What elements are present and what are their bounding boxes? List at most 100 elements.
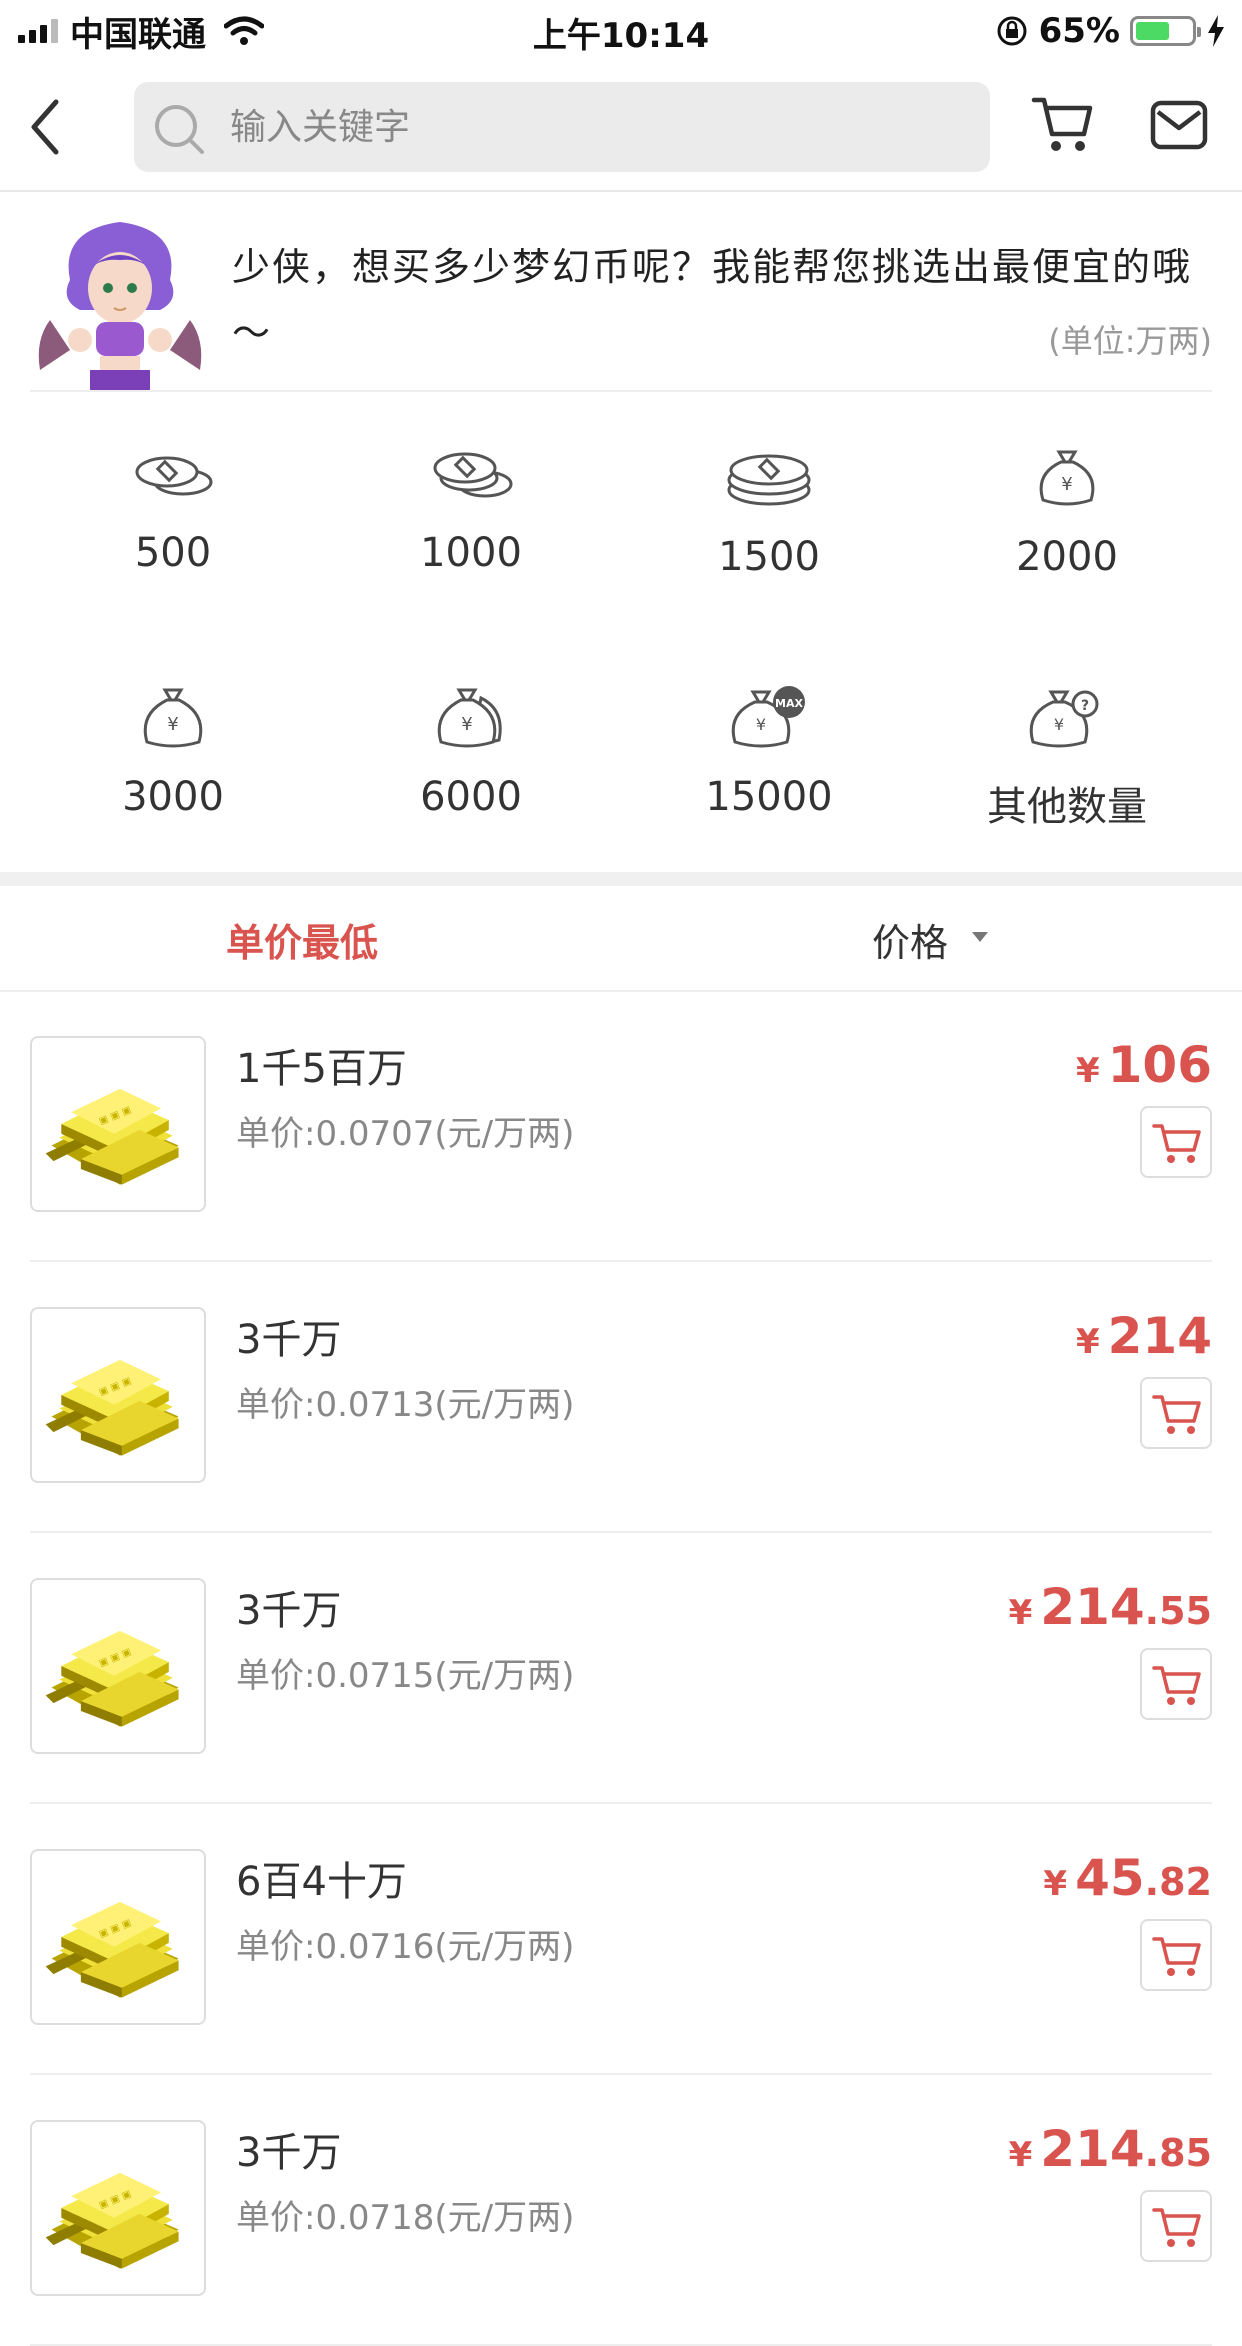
listing-thumbnail: ▣ ▣ ▣ bbox=[30, 1849, 206, 2025]
price-integer: 214 bbox=[1040, 1578, 1145, 1636]
add-to-cart-button[interactable] bbox=[1140, 1377, 1212, 1449]
amount-label: 3000 bbox=[122, 774, 224, 820]
svg-text:¥: ¥ bbox=[756, 715, 766, 734]
battery-percent: 65% bbox=[1038, 11, 1120, 51]
cart-icon[interactable] bbox=[1030, 92, 1094, 156]
add-to-cart-button[interactable] bbox=[1140, 1919, 1212, 1991]
listing-quantity: 1千5百万 bbox=[236, 1046, 407, 1092]
money-bag-icon: ¥ bbox=[1039, 450, 1095, 506]
battery-icon bbox=[1130, 16, 1201, 46]
coins-icon bbox=[135, 456, 213, 496]
sort-bar: 单价最低 价格 bbox=[0, 886, 1242, 992]
amount-option[interactable]: ¥ 3000 bbox=[18, 632, 328, 832]
add-to-cart-icon bbox=[1152, 1395, 1201, 1434]
row-divider bbox=[30, 1531, 1212, 1533]
money-bag-icon: ¥ bbox=[143, 688, 203, 748]
nav-bar bbox=[0, 62, 1242, 192]
listing-quantity: 6百4十万 bbox=[236, 1859, 407, 1905]
price-integer: 214 bbox=[1107, 1307, 1212, 1365]
amount-label: 2000 bbox=[1016, 534, 1118, 580]
battery-fill bbox=[1136, 22, 1169, 40]
amount-option[interactable]: ¥ ? 其他数量 bbox=[912, 632, 1222, 832]
row-divider bbox=[30, 1260, 1212, 1262]
currency-symbol: ¥ bbox=[1075, 1322, 1100, 1362]
sort-lowest-unit-price-tab[interactable]: 单价最低 bbox=[226, 912, 378, 967]
row-divider bbox=[30, 1802, 1212, 1804]
add-to-cart-icon bbox=[1152, 2208, 1201, 2247]
amount-label: 1000 bbox=[420, 530, 522, 576]
gold-bar-image: ▣ ▣ ▣ bbox=[45, 1630, 179, 1727]
listing-thumbnail: ▣ ▣ ▣ bbox=[30, 1307, 206, 1483]
add-to-cart-button[interactable] bbox=[1140, 1648, 1212, 1720]
listing-quantity: 3千万 bbox=[236, 1317, 342, 1363]
svg-text:¥: ¥ bbox=[167, 714, 178, 735]
helper-banner: 少侠，想买多少梦幻币呢？我能帮您挑选出最便宜的哦～ (单位:万两) bbox=[30, 192, 1212, 392]
coins-icon bbox=[433, 452, 513, 498]
listing-unit-price: 单价:0.0707(元/万两) bbox=[236, 1114, 575, 1154]
listing-price: ¥214 bbox=[1076, 1307, 1212, 1365]
svg-text:¥: ¥ bbox=[1054, 715, 1064, 734]
listing-thumbnail: ▣ ▣ ▣ bbox=[30, 2120, 206, 2296]
add-to-cart-icon bbox=[1152, 1937, 1201, 1976]
price-integer: 45 bbox=[1075, 1849, 1145, 1907]
amount-option[interactable]: ¥ MAX 15000 bbox=[614, 632, 924, 832]
add-to-cart-button[interactable] bbox=[1140, 1106, 1212, 1178]
search-icon bbox=[155, 105, 204, 154]
amount-label: 1500 bbox=[718, 534, 820, 580]
listing-row[interactable]: ▣ ▣ ▣ 3千万 单价:0.0718(元/万两) ¥214.85 bbox=[0, 2076, 1242, 2346]
svg-text:¥: ¥ bbox=[1061, 474, 1072, 495]
sort-price-tab[interactable]: 价格 bbox=[872, 912, 948, 967]
svg-text:¥: ¥ bbox=[461, 714, 472, 735]
amount-option[interactable]: ¥ 2000 bbox=[912, 392, 1222, 592]
search-input[interactable] bbox=[230, 82, 950, 172]
amount-option[interactable]: 1500 bbox=[614, 392, 924, 592]
sort-dropdown-arrow-icon[interactable] bbox=[972, 932, 988, 942]
listing-unit-price: 单价:0.0716(元/万两) bbox=[236, 1927, 575, 1967]
currency-symbol: ¥ bbox=[1008, 2135, 1033, 2175]
price-decimal: .55 bbox=[1144, 1589, 1212, 1633]
amount-label: 500 bbox=[134, 530, 212, 576]
status-bar: 中国联通 上午10:14 65% bbox=[0, 0, 1242, 62]
listing-price: ¥106 bbox=[1076, 1036, 1212, 1094]
price-integer: 214 bbox=[1040, 2120, 1145, 2178]
search-bar[interactable] bbox=[134, 82, 990, 172]
coin-stack-icon bbox=[727, 454, 811, 506]
currency-symbol: ¥ bbox=[1043, 1864, 1068, 1904]
section-divider bbox=[0, 872, 1242, 886]
listing-quantity: 3千万 bbox=[236, 1588, 342, 1634]
currency-symbol: ¥ bbox=[1075, 1051, 1100, 1091]
price-integer: 106 bbox=[1107, 1036, 1212, 1094]
back-arrow-icon[interactable] bbox=[22, 94, 72, 160]
mail-icon[interactable] bbox=[1150, 100, 1208, 150]
listing-thumbnail: ▣ ▣ ▣ bbox=[30, 1036, 206, 1212]
amount-label: 15000 bbox=[705, 774, 833, 820]
mascot-avatar bbox=[38, 222, 202, 390]
listing-row[interactable]: ▣ ▣ ▣ 3千万单价:0.0715(元/万两) ¥214.55 bbox=[0, 1534, 1242, 1804]
listing-unit-price: 单价:0.0718(元/万两) bbox=[236, 2198, 575, 2238]
money-bags-icon: ¥ bbox=[437, 688, 502, 748]
charging-bolt-icon bbox=[1208, 15, 1224, 47]
listing-price: ¥214.85 bbox=[1009, 2120, 1212, 2178]
amount-option[interactable]: 1000 bbox=[316, 392, 626, 592]
add-to-cart-button[interactable] bbox=[1140, 2190, 1212, 2262]
amount-label: 6000 bbox=[420, 774, 522, 820]
gold-bar-image: ▣ ▣ ▣ bbox=[45, 1901, 179, 1998]
amount-option[interactable]: ¥ 6000 bbox=[316, 632, 626, 832]
gold-bar-image: ▣ ▣ ▣ bbox=[45, 1088, 179, 1185]
listing-thumbnail: ▣ ▣ ▣ bbox=[30, 1578, 206, 1754]
listing-unit-price: 单价:0.0713(元/万两) bbox=[236, 1385, 575, 1425]
listing-row[interactable]: ▣ ▣ ▣ 3千万单价:0.0713(元/万两) ¥214 bbox=[0, 1263, 1242, 1533]
currency-symbol: ¥ bbox=[1008, 1593, 1033, 1633]
gold-bar-image: ▣ ▣ ▣ bbox=[45, 2172, 179, 2269]
listing-price: ¥45.82 bbox=[1043, 1849, 1212, 1907]
listing-row[interactable]: ▣ ▣ ▣ 1千5百万单价:0.0707(元/万两) ¥106 bbox=[0, 992, 1242, 1262]
gold-bar-image: ▣ ▣ ▣ bbox=[45, 1359, 179, 1456]
amount-grid: 500 1000 1500 ¥ 2000 ¥ 3000 ¥ 6000 ¥ MAX… bbox=[0, 392, 1242, 872]
status-right: 65% bbox=[995, 8, 1226, 54]
amount-option[interactable]: 500 bbox=[18, 392, 328, 592]
svg-text:?: ? bbox=[1081, 698, 1089, 714]
listing-row[interactable]: ▣ ▣ ▣ 6百4十万单价:0.0716(元/万两) ¥45.82 bbox=[0, 1805, 1242, 2075]
money-bag-max-icon: ¥ MAX bbox=[731, 686, 805, 748]
listing-unit-price: 单价:0.0715(元/万两) bbox=[236, 1656, 575, 1696]
row-divider bbox=[30, 2073, 1212, 2075]
